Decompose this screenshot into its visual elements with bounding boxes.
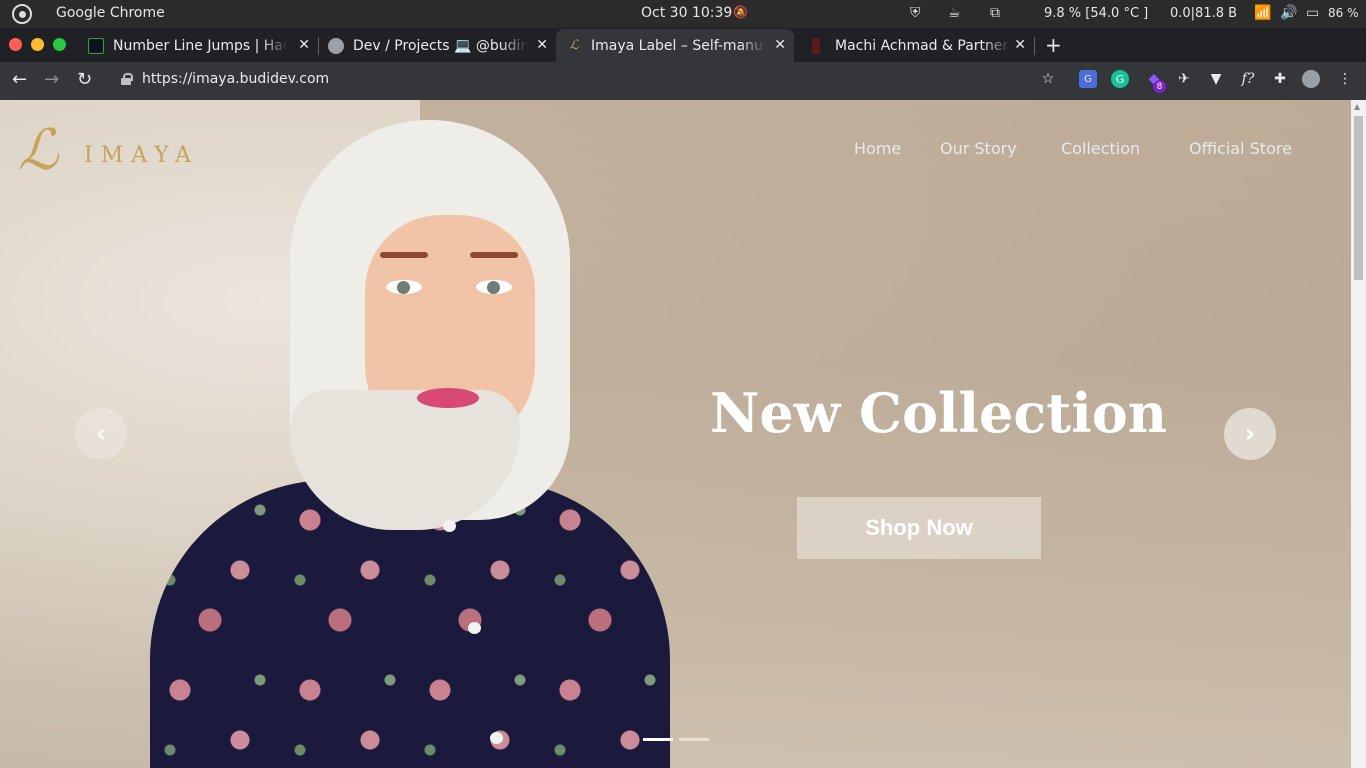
- hackerrank-icon: [88, 37, 104, 54]
- tab-imaya[interactable]: ℒ Imaya Label – Self-manufactured ✕: [556, 29, 794, 62]
- back-arrow-icon[interactable]: ←: [12, 69, 27, 90]
- bookmark-star-icon[interactable]: ☆: [1039, 70, 1057, 88]
- lips: [417, 388, 479, 408]
- tab-strip: Number Line Jumps | HackerRank ✕ Dev / P…: [0, 28, 1366, 62]
- tab-title: Machi Achmad & Partners: [835, 37, 1010, 54]
- close-tab-icon[interactable]: ✕: [298, 37, 310, 53]
- close-tab-icon[interactable]: ✕: [1014, 37, 1026, 53]
- screen-rotate-tray-icon[interactable]: ⧉: [990, 5, 1000, 21]
- battery-percent: 86 %: [1328, 6, 1359, 20]
- tab-title: Imaya Label – Self-manufactured: [591, 37, 766, 54]
- grammarly-icon[interactable]: G: [1111, 70, 1129, 88]
- hero-model-image: [140, 120, 680, 768]
- imaya-icon: ℒ: [569, 37, 579, 53]
- font-identifier-icon[interactable]: f?: [1239, 70, 1257, 88]
- chrome-menu-icon[interactable]: ⋮: [1336, 70, 1354, 88]
- extension-badge: 8: [1153, 80, 1166, 93]
- close-window-button[interactable]: [9, 38, 22, 51]
- machi-icon: [812, 37, 820, 54]
- carousel-next-arrow-icon[interactable]: ›: [1224, 408, 1276, 460]
- new-tab-button[interactable]: +: [1045, 33, 1062, 57]
- eye: [386, 280, 422, 294]
- volume-icon[interactable]: 🔊: [1280, 5, 1297, 21]
- eye: [476, 280, 512, 294]
- os-app-name[interactable]: Google Chrome: [56, 5, 165, 21]
- tab-machi-achmad[interactable]: Machi Achmad & Partners ✕: [796, 29, 1034, 62]
- tab-hackerrank[interactable]: Number Line Jumps | HackerRank ✕: [78, 29, 318, 62]
- address-bar[interactable]: https://imaya.budidev.com: [142, 71, 329, 87]
- notifications-muted-icon: 🔕: [733, 5, 748, 19]
- minimize-window-button[interactable]: [31, 38, 44, 51]
- eyebrow: [470, 252, 518, 258]
- extensions-puzzle-icon[interactable]: ✚: [1271, 70, 1289, 88]
- logo-glyph: ℒ: [18, 118, 59, 183]
- nav-home[interactable]: Home: [854, 139, 901, 158]
- wifi-icon[interactable]: 📶: [1254, 5, 1271, 21]
- os-top-bar: Google Chrome Oct 30 10:39 🔕 ⛨ ☕ ⧉ 9.8 %…: [0, 0, 1366, 28]
- dress-button: [443, 520, 456, 532]
- close-tab-icon[interactable]: ✕: [774, 37, 786, 53]
- ubuntu-logo-icon[interactable]: [12, 4, 32, 24]
- carousel-prev-arrow-icon[interactable]: ‹: [75, 408, 127, 460]
- nav-official-store[interactable]: Official Store: [1189, 139, 1292, 158]
- carousel-indicator[interactable]: [679, 738, 709, 741]
- nav-our-story[interactable]: Our Story: [940, 139, 1017, 158]
- website-hero: ℒ IMAYA Home Our Story Collection Offici…: [0, 100, 1351, 768]
- os-datetime[interactable]: Oct 30 10:39: [641, 5, 732, 21]
- tab-dev-projects[interactable]: Dev / Projects 💻 @budimanlai ✕: [318, 29, 556, 62]
- shop-now-button[interactable]: Shop Now: [797, 497, 1041, 559]
- avatar-icon: [328, 37, 344, 54]
- lock-icon[interactable]: [121, 73, 133, 85]
- forward-arrow-icon[interactable]: →: [44, 69, 59, 90]
- carousel-indicator-active[interactable]: [643, 738, 673, 741]
- scroll-up-arrow-icon[interactable]: ▲: [1354, 102, 1360, 111]
- logo-text: IMAYA: [84, 143, 199, 168]
- extension-plane-icon[interactable]: ✈: [1175, 70, 1193, 88]
- vue-devtools-icon[interactable]: ▼: [1207, 70, 1225, 88]
- google-translate-icon[interactable]: G: [1079, 70, 1097, 88]
- reload-icon[interactable]: ↻: [77, 69, 92, 90]
- coffee-tray-icon[interactable]: ☕: [948, 5, 961, 21]
- tab-divider: [1034, 37, 1035, 55]
- close-tab-icon[interactable]: ✕: [536, 37, 548, 53]
- page-scrollbar[interactable]: ▲: [1351, 100, 1366, 768]
- hero-title: New Collection: [710, 381, 1167, 445]
- imaya-logo[interactable]: ℒ IMAYA: [18, 118, 218, 188]
- eyebrow: [380, 252, 428, 258]
- scrollbar-thumb[interactable]: [1354, 116, 1363, 280]
- network-speed-indicator[interactable]: 0.0|81.8 B: [1170, 6, 1237, 21]
- nav-collection[interactable]: Collection: [1061, 139, 1140, 158]
- cpu-indicator[interactable]: 9.8 % [54.0 °C ]: [1044, 6, 1148, 21]
- profile-avatar-icon[interactable]: [1302, 70, 1320, 88]
- tab-title: Number Line Jumps | HackerRank: [113, 37, 288, 54]
- shield-tray-icon[interactable]: ⛨: [910, 5, 921, 21]
- dress-button: [490, 732, 503, 744]
- battery-icon[interactable]: ▭: [1306, 5, 1319, 21]
- tab-title: Dev / Projects 💻 @budimanlai: [353, 37, 528, 54]
- maximize-window-button[interactable]: [53, 38, 66, 51]
- dress-button: [468, 622, 481, 634]
